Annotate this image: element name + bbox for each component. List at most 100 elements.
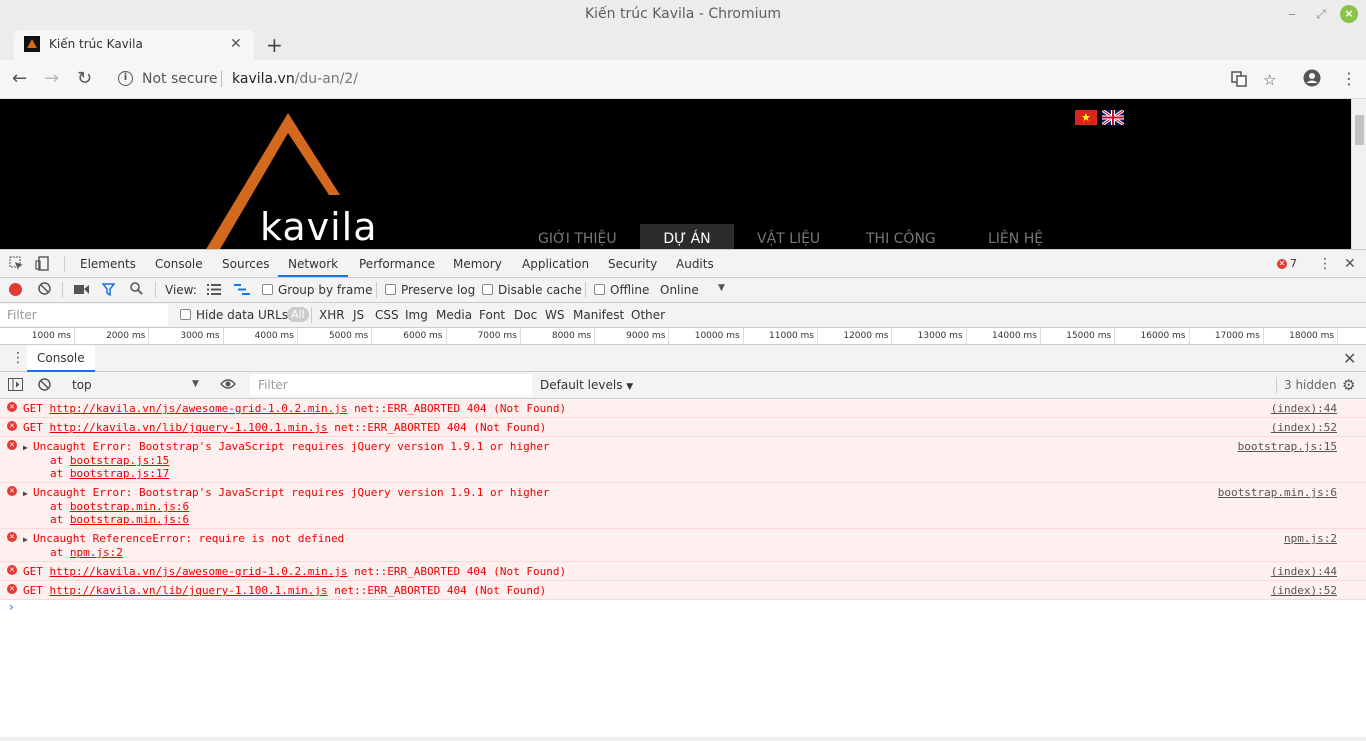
stack-frame-link[interactable]: bootstrap.min.js:6 bbox=[70, 513, 189, 526]
filter-type-media[interactable]: Media bbox=[436, 308, 472, 322]
url-text[interactable]: kavila.vn/du-an/2/ bbox=[232, 71, 358, 87]
offline-checkbox[interactable]: Offline bbox=[594, 283, 649, 297]
disable-cache-checkbox[interactable]: Disable cache bbox=[482, 283, 582, 297]
tab-application[interactable]: Application bbox=[522, 257, 589, 271]
eye-icon[interactable] bbox=[220, 378, 236, 393]
back-arrow-icon[interactable]: ← bbox=[12, 68, 27, 89]
console-error-message[interactable]: ✕ ▶ Uncaught Error: Bootstrap's JavaScript… bbox=[0, 483, 1366, 529]
request-url-link[interactable]: http://kavila.vn/lib/jquery-1.100.1.min.… bbox=[50, 421, 328, 434]
menu-item-lien-he[interactable]: LIÊN HỆ bbox=[988, 224, 1043, 249]
translate-icon[interactable] bbox=[1231, 71, 1247, 91]
request-url-link[interactable]: http://kavila.vn/js/awesome-grid-1.0.2.m… bbox=[50, 565, 348, 578]
console-prompt-icon[interactable]: › bbox=[9, 600, 14, 614]
tab-memory[interactable]: Memory bbox=[453, 257, 502, 271]
tab-performance[interactable]: Performance bbox=[359, 257, 435, 271]
stack-frame-link[interactable]: bootstrap.js:17 bbox=[70, 467, 169, 480]
expand-triangle-icon[interactable]: ▶ bbox=[23, 441, 33, 454]
scrollbar-thumb[interactable] bbox=[1355, 115, 1364, 145]
message-source-link[interactable]: bootstrap.min.js:6 bbox=[1218, 486, 1337, 499]
hide-data-urls-checkbox[interactable]: Hide data URLs bbox=[180, 308, 288, 322]
console-error-message[interactable]: ✕ ▶ Uncaught ReferenceError: require is no… bbox=[0, 529, 1366, 562]
menu-item-gioi-thieu[interactable]: GIỚI THIỆU bbox=[538, 224, 617, 249]
message-source-link[interactable]: (index):44 bbox=[1271, 402, 1337, 415]
message-source-link[interactable]: (index):44 bbox=[1271, 565, 1337, 578]
inspect-element-icon[interactable] bbox=[9, 256, 24, 275]
reload-icon[interactable]: ↻ bbox=[77, 68, 92, 89]
account-icon[interactable] bbox=[1303, 69, 1321, 91]
kebab-menu-icon[interactable]: ⋮ bbox=[1341, 69, 1357, 88]
minimize-icon[interactable]: ‒ bbox=[1282, 4, 1302, 24]
request-url-link[interactable]: http://kavila.vn/js/awesome-grid-1.0.2.m… bbox=[50, 402, 348, 415]
filter-type-other[interactable]: Other bbox=[631, 308, 665, 322]
stack-frame-link[interactable]: bootstrap.min.js:6 bbox=[70, 500, 189, 513]
tab-sources[interactable]: Sources bbox=[222, 257, 269, 271]
devtools-close-icon[interactable]: ✕ bbox=[1344, 256, 1356, 272]
waterfall-overview-icon[interactable] bbox=[234, 284, 250, 298]
request-url-link[interactable]: http://kavila.vn/lib/jquery-1.100.1.min.… bbox=[50, 584, 328, 597]
console-error-message[interactable]: ✕ ▶ Uncaught Error: Bootstrap's JavaScript… bbox=[0, 437, 1366, 483]
tab-elements[interactable]: Elements bbox=[80, 257, 136, 271]
context-select[interactable]: top ▼ bbox=[66, 375, 206, 395]
star-icon[interactable]: ☆ bbox=[1263, 71, 1276, 89]
console-error-message[interactable]: ✕ GET http://kavila.vn/lib/jquery-1.100.1… bbox=[0, 418, 1366, 437]
drawer-close-icon[interactable]: ✕ bbox=[1343, 349, 1356, 368]
message-source-link[interactable]: npm.js:2 bbox=[1284, 532, 1337, 545]
address-bar[interactable]: i Not secure kavila.vn/du-an/2/ bbox=[108, 64, 1258, 94]
filter-type-ws[interactable]: WS bbox=[545, 308, 564, 322]
page-scrollbar[interactable] bbox=[1351, 99, 1366, 249]
tab-security[interactable]: Security bbox=[608, 257, 657, 271]
error-count-badge[interactable]: ✕ 7 bbox=[1277, 257, 1297, 270]
new-tab-icon[interactable]: + bbox=[266, 33, 283, 57]
menu-item-vat-lieu[interactable]: VẬT LIỆU bbox=[757, 224, 820, 249]
message-source-link[interactable]: (index):52 bbox=[1271, 584, 1337, 597]
filter-type-css[interactable]: CSS bbox=[375, 308, 399, 322]
filter-type-js[interactable]: JS bbox=[353, 308, 364, 322]
expand-triangle-icon[interactable]: ▶ bbox=[23, 487, 33, 500]
sidebar-toggle-icon[interactable] bbox=[8, 378, 23, 394]
filter-type-img[interactable]: Img bbox=[405, 308, 428, 322]
drawer-menu-icon[interactable]: ⋮ bbox=[11, 350, 25, 366]
console-error-message[interactable]: ✕ GET http://kavila.vn/js/awesome-grid-1.… bbox=[0, 562, 1366, 581]
message-source-link[interactable]: (index):52 bbox=[1271, 421, 1337, 434]
filter-type-doc[interactable]: Doc bbox=[514, 308, 537, 322]
console-error-message[interactable]: ✕ GET http://kavila.vn/lib/jquery-1.100.1… bbox=[0, 581, 1366, 600]
record-icon[interactable] bbox=[9, 283, 22, 296]
maximize-icon[interactable]: ⤢ bbox=[1311, 4, 1331, 24]
clear-console-icon[interactable] bbox=[38, 378, 51, 394]
console-filter-input[interactable]: Filter bbox=[250, 374, 532, 396]
info-icon[interactable]: i bbox=[118, 71, 133, 86]
drawer-tab-console[interactable]: Console bbox=[27, 345, 95, 372]
preserve-log-checkbox[interactable]: Preserve log bbox=[385, 283, 475, 297]
gear-icon[interactable]: ⚙ bbox=[1342, 376, 1355, 394]
network-filter-input[interactable]: Filter bbox=[0, 304, 168, 326]
devtools-menu-icon[interactable]: ⋮ bbox=[1318, 256, 1332, 272]
message-source-link[interactable]: bootstrap.js:15 bbox=[1238, 440, 1337, 453]
console-error-message[interactable]: ✕ GET http://kavila.vn/js/awesome-grid-1.… bbox=[0, 399, 1366, 418]
browser-tab[interactable]: Kiến trúc Kavila ✕ bbox=[14, 30, 254, 60]
clear-icon[interactable] bbox=[38, 282, 51, 298]
uk-flag-icon[interactable] bbox=[1101, 108, 1125, 127]
filter-type-font[interactable]: Font bbox=[479, 308, 505, 322]
stack-frame-link[interactable]: npm.js:2 bbox=[70, 546, 123, 559]
site-logo-text[interactable]: kavila bbox=[260, 205, 378, 249]
large-rows-icon[interactable] bbox=[207, 284, 221, 298]
filter-type-manifest[interactable]: Manifest bbox=[573, 308, 624, 322]
capture-screenshots-icon[interactable] bbox=[74, 284, 89, 298]
filter-type-all[interactable]: All bbox=[287, 307, 309, 322]
network-timeline-overview[interactable]: 1000 ms 2000 ms 3000 ms 4000 ms 5000 ms 6000 … bbox=[0, 328, 1366, 345]
expand-triangle-icon[interactable]: ▶ bbox=[23, 533, 33, 546]
filter-type-xhr[interactable]: XHR bbox=[319, 308, 345, 322]
security-indicator[interactable]: Not secure bbox=[142, 71, 218, 87]
stack-frame-link[interactable]: bootstrap.js:15 bbox=[70, 454, 169, 467]
tab-audits[interactable]: Audits bbox=[676, 257, 714, 271]
device-toolbar-icon[interactable] bbox=[35, 256, 50, 275]
menu-item-thi-cong[interactable]: THI CÔNG bbox=[866, 224, 936, 249]
filter-icon[interactable] bbox=[101, 283, 116, 299]
vietnam-flag-icon[interactable] bbox=[1075, 110, 1097, 125]
menu-item-du-an[interactable]: DỰ ÁN bbox=[640, 224, 734, 249]
tab-console[interactable]: Console bbox=[155, 257, 203, 271]
throttle-select[interactable]: Online ▼ bbox=[660, 283, 725, 297]
search-icon[interactable] bbox=[130, 282, 143, 298]
tab-close-icon[interactable]: ✕ bbox=[230, 36, 242, 52]
group-by-frame-checkbox[interactable]: Group by frame bbox=[262, 283, 372, 297]
